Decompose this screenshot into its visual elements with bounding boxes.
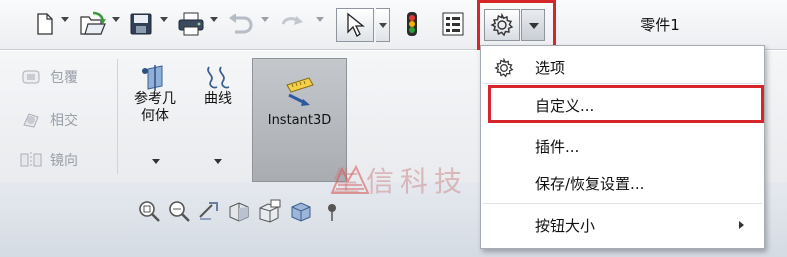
menu-item-options-label: 选项 bbox=[535, 58, 566, 77]
new-dropdown-arrow[interactable] bbox=[61, 17, 69, 22]
mirror-label: 镜向 bbox=[50, 153, 78, 169]
curves-dropdown[interactable] bbox=[214, 159, 222, 164]
zoom-to-area-icon bbox=[169, 201, 190, 222]
save-button[interactable] bbox=[128, 8, 154, 40]
redo-icon bbox=[281, 16, 303, 25]
customize-highlight-box bbox=[488, 85, 764, 123]
undo-dropdown-arrow[interactable] bbox=[261, 17, 269, 22]
instant3d-ruler-icon bbox=[285, 77, 314, 106]
printer-icon bbox=[178, 12, 204, 36]
curves-label: 曲线 bbox=[204, 91, 232, 107]
hide-show-icon bbox=[328, 204, 336, 221]
open-dropdown-arrow[interactable] bbox=[112, 17, 120, 22]
display-style-button[interactable] bbox=[284, 197, 318, 225]
instant3d-label: Instant3D bbox=[267, 113, 332, 128]
traffic-light-icon bbox=[407, 12, 417, 36]
zoom-to-fit-icon bbox=[139, 201, 160, 222]
options-highlight-box bbox=[477, 0, 556, 50]
display-style-icon bbox=[291, 202, 311, 222]
submenu-arrow-icon bbox=[739, 221, 744, 229]
wrap-label: 包覆 bbox=[50, 70, 78, 86]
quick-access-toolbar: 零件1 bbox=[0, 0, 787, 50]
intersect-icon bbox=[20, 111, 42, 129]
undo-button[interactable] bbox=[226, 8, 254, 40]
open-folder-icon bbox=[80, 11, 106, 35]
watermark-text: 生信科技 bbox=[332, 165, 469, 198]
ribbon-separator bbox=[117, 59, 118, 174]
open-button[interactable] bbox=[78, 8, 108, 40]
redo-dropdown-arrow[interactable] bbox=[316, 17, 324, 22]
save-icon bbox=[130, 13, 152, 35]
new-document-icon bbox=[37, 13, 53, 35]
hide-show-items-button[interactable] bbox=[318, 197, 346, 225]
reference-geometry-label-line1: 参考几 bbox=[134, 91, 176, 107]
properties-list-icon bbox=[442, 12, 464, 36]
reference-geometry-button[interactable]: 参考几 何体 bbox=[127, 65, 183, 125]
new-document-button[interactable] bbox=[34, 8, 56, 40]
reference-geometry-dropdown[interactable] bbox=[152, 159, 160, 164]
wrap-feature[interactable]: 包覆 bbox=[20, 65, 78, 89]
menu-separator bbox=[483, 83, 762, 84]
select-dropdown-arrow[interactable] bbox=[376, 8, 390, 42]
redo-button[interactable] bbox=[278, 8, 308, 40]
reference-geometry-icon bbox=[142, 65, 163, 91]
mirror-icon bbox=[20, 151, 42, 169]
previous-view-button[interactable] bbox=[194, 197, 224, 225]
menu-item-add-ins[interactable]: 插件... bbox=[481, 129, 764, 163]
gear-icon bbox=[494, 58, 514, 78]
print-button[interactable] bbox=[176, 8, 206, 40]
cursor-icon bbox=[347, 12, 365, 37]
intersect-feature[interactable]: 相交 bbox=[20, 108, 78, 132]
menu-item-button-size[interactable]: 按钮大小 bbox=[481, 208, 764, 242]
menu-item-save-restore-label: 保存/恢复设置... bbox=[535, 174, 645, 193]
document-title: 零件1 bbox=[640, 16, 680, 34]
mirror-feature[interactable]: 镜向 bbox=[20, 148, 78, 172]
menu-item-options[interactable]: 选项 bbox=[481, 50, 764, 84]
menu-item-save-restore-settings[interactable]: 保存/恢复设置... bbox=[481, 166, 764, 200]
save-dropdown-arrow[interactable] bbox=[160, 17, 168, 22]
undo-icon bbox=[229, 14, 253, 34]
file-properties-button[interactable] bbox=[440, 8, 466, 40]
menu-item-add-ins-label: 插件... bbox=[535, 137, 580, 156]
section-view-icon bbox=[229, 202, 249, 222]
curves-button[interactable]: 曲线 bbox=[196, 65, 240, 108]
previous-view-icon bbox=[199, 202, 218, 220]
view-orientation-icon bbox=[259, 199, 281, 223]
curves-icon bbox=[207, 66, 230, 89]
zoom-to-fit-button[interactable] bbox=[134, 197, 164, 225]
rebuild-button[interactable] bbox=[403, 8, 421, 40]
options-dropdown-menu: 选项 自定义... 插件... 保存/恢复设置... 按钮大小 bbox=[480, 45, 765, 249]
wrap-icon bbox=[20, 68, 42, 86]
section-view-button[interactable] bbox=[224, 197, 254, 225]
heads-up-view-toolbar bbox=[134, 196, 346, 226]
intersect-label: 相交 bbox=[50, 113, 78, 129]
reference-geometry-label-line2: 何体 bbox=[141, 108, 169, 124]
menu-separator bbox=[483, 203, 762, 204]
select-button[interactable] bbox=[336, 8, 374, 42]
view-orientation-button[interactable] bbox=[254, 197, 284, 225]
print-dropdown-arrow[interactable] bbox=[210, 17, 218, 22]
menu-item-button-size-label: 按钮大小 bbox=[535, 216, 596, 235]
zoom-to-area-button[interactable] bbox=[164, 197, 194, 225]
